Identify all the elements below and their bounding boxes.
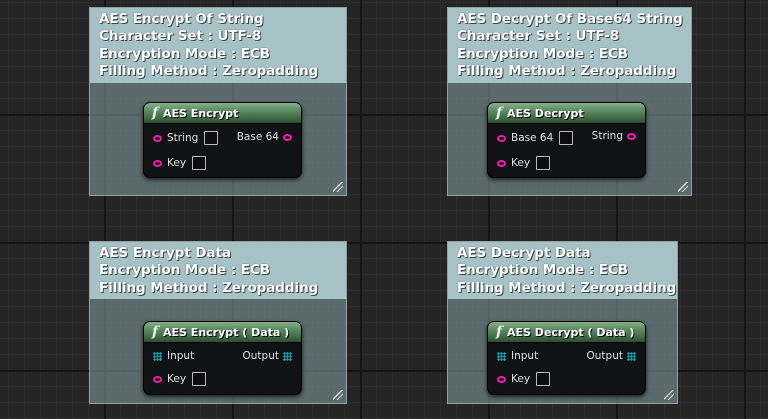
- node-header[interactable]: f AES Decrypt ( Data ): [488, 322, 645, 343]
- input-pin-input[interactable]: Input: [153, 350, 194, 362]
- pin-label: Output: [586, 350, 623, 362]
- comment-line: Encryption Mode : ECB: [99, 263, 270, 279]
- pin-label: Key: [167, 373, 187, 385]
- pin-label: String: [167, 132, 199, 144]
- comment-header[interactable]: AES Encrypt Of String Character Set : UT…: [90, 8, 346, 83]
- pin-label: Base 64: [511, 132, 554, 144]
- input-pin-string[interactable]: String: [153, 131, 219, 145]
- output-pin-output[interactable]: Output: [243, 350, 292, 362]
- string-pin-icon[interactable]: [153, 134, 162, 142]
- comment-line: Filling Method : Zeropadding: [99, 64, 319, 80]
- key-value-box[interactable]: [192, 156, 207, 170]
- comment-line: Filling Method : Zeropadding: [457, 280, 677, 296]
- node-aes-encrypt[interactable]: f AES Encrypt String Key Base 64: [143, 102, 302, 178]
- key-value-box[interactable]: [536, 156, 551, 170]
- node-title: AES Encrypt: [163, 106, 239, 120]
- node-aes-decrypt-data[interactable]: f AES Decrypt ( Data ) Input Key Output: [487, 321, 646, 395]
- pin-label: Input: [167, 350, 195, 362]
- node-aes-encrypt-data[interactable]: f AES Encrypt ( Data ) Input Key Output: [143, 321, 302, 395]
- comment-header[interactable]: AES Encrypt Data Encryption Mode : ECB F…: [90, 242, 346, 300]
- function-icon: f: [496, 324, 503, 340]
- node-header[interactable]: f AES Decrypt: [488, 103, 645, 124]
- comment-line: Encryption Mode : ECB: [457, 263, 628, 279]
- node-header[interactable]: f AES Encrypt: [144, 103, 301, 124]
- node-title: AES Decrypt ( Data ): [507, 325, 635, 339]
- string-pin-icon[interactable]: [627, 132, 636, 140]
- byte-array-pin-icon[interactable]: [627, 351, 636, 361]
- input-pin-key[interactable]: Key: [497, 372, 551, 386]
- resize-grip-icon[interactable]: [678, 182, 688, 192]
- input-pin-input[interactable]: Input: [497, 350, 538, 362]
- pin-label: Output: [242, 350, 279, 362]
- pin-label: Base 64: [236, 131, 279, 143]
- string-pin-icon[interactable]: [153, 159, 162, 167]
- key-value-box[interactable]: [192, 372, 207, 386]
- node-title: AES Encrypt ( Data ): [163, 325, 290, 339]
- comment-line: Encryption Mode : ECB: [99, 46, 270, 62]
- comment-line: Filling Method : Zeropadding: [99, 280, 319, 296]
- string-pin-icon[interactable]: [497, 134, 506, 142]
- string-value-box[interactable]: [204, 131, 219, 145]
- node-header[interactable]: f AES Encrypt ( Data ): [144, 322, 301, 343]
- comment-title: AES Encrypt Data: [99, 246, 232, 261]
- node-title: AES Decrypt: [507, 106, 584, 120]
- comment-title: AES Encrypt Of String: [99, 12, 264, 27]
- comment-line: Character Set : UTF-8: [457, 29, 620, 45]
- input-pin-key[interactable]: Key: [497, 156, 551, 170]
- base64-value-box[interactable]: [559, 131, 574, 145]
- function-icon: f: [152, 324, 159, 340]
- pin-label: Input: [511, 350, 539, 362]
- pin-label: Key: [511, 157, 531, 169]
- string-pin-icon[interactable]: [497, 159, 506, 167]
- comment-line: Character Set : UTF-8: [99, 29, 262, 45]
- comment-title: AES Decrypt Of Base64 String: [457, 12, 683, 27]
- resize-grip-icon[interactable]: [333, 182, 343, 192]
- input-pin-base64[interactable]: Base 64: [497, 131, 574, 145]
- byte-array-pin-icon[interactable]: [283, 351, 292, 361]
- input-pin-key[interactable]: Key: [153, 372, 207, 386]
- comment-header[interactable]: AES Decrypt Data Encryption Mode : ECB F…: [448, 242, 677, 300]
- resize-grip-icon[interactable]: [333, 390, 343, 400]
- node-aes-decrypt[interactable]: f AES Decrypt Base 64 Key String: [487, 102, 646, 178]
- pin-label: String: [591, 130, 623, 142]
- comment-title: AES Decrypt Data: [457, 246, 591, 261]
- byte-array-pin-icon[interactable]: [153, 351, 162, 361]
- comment-header[interactable]: AES Decrypt Of Base64 String Character S…: [448, 8, 691, 83]
- output-pin-output[interactable]: Output: [587, 350, 636, 362]
- output-pin-base64[interactable]: Base 64: [237, 131, 292, 143]
- function-icon: f: [496, 105, 503, 121]
- comment-line: Encryption Mode : ECB: [457, 46, 628, 62]
- string-pin-icon[interactable]: [153, 375, 162, 383]
- pin-label: Key: [167, 157, 187, 169]
- comment-line: Filling Method : Zeropadding: [457, 64, 677, 80]
- output-pin-string[interactable]: String: [592, 130, 636, 142]
- function-icon: f: [152, 105, 159, 121]
- string-pin-icon[interactable]: [497, 375, 506, 383]
- string-pin-icon[interactable]: [283, 133, 292, 141]
- resize-grip-icon[interactable]: [664, 390, 674, 400]
- pin-label: Key: [511, 373, 531, 385]
- input-pin-key[interactable]: Key: [153, 156, 207, 170]
- byte-array-pin-icon[interactable]: [497, 351, 506, 361]
- key-value-box[interactable]: [536, 372, 551, 386]
